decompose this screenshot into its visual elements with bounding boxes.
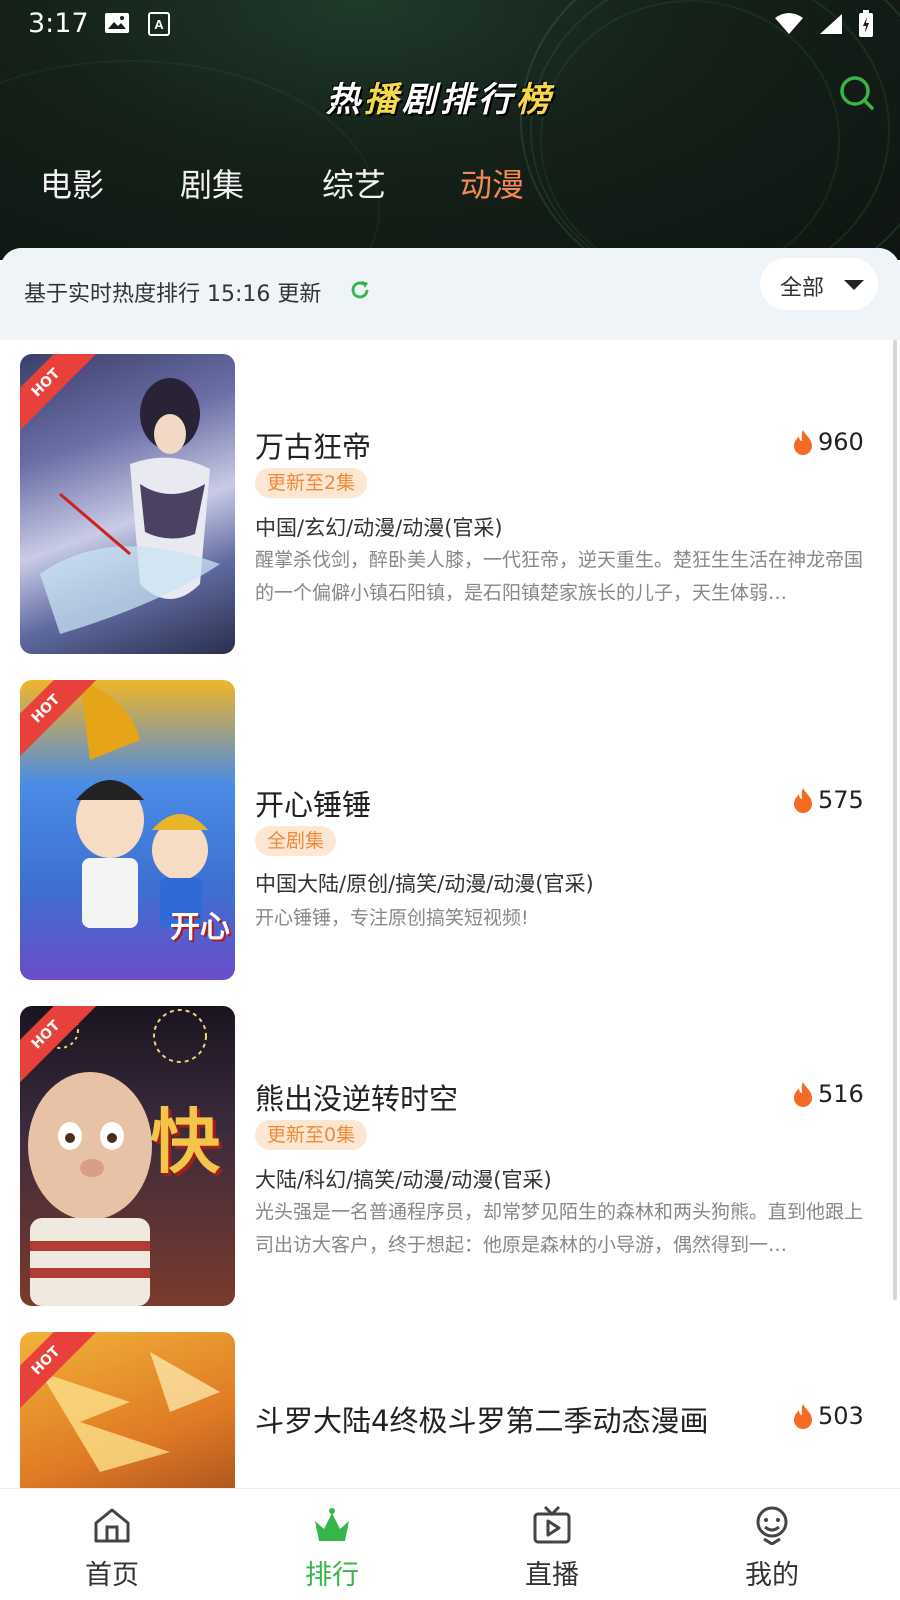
item-tags: 中国/玄幻/动漫/动漫(官采) (255, 516, 503, 540)
svg-text:A: A (154, 17, 164, 32)
poster-text: 开心 (170, 910, 230, 945)
item-tags: 大陆/科幻/搞笑/动漫/动漫(官采) (255, 1168, 552, 1192)
title-char: 榜 (516, 80, 554, 120)
flame-icon (794, 788, 812, 813)
header: 3:17 A 热播剧排行榜 电影 剧集 综艺 动漫 (0, 0, 900, 260)
item-title[interactable]: 开心锤锤 (255, 782, 371, 824)
chevron-down-icon (844, 280, 864, 290)
battery-icon (858, 10, 874, 42)
tab-movie[interactable]: 电影 (40, 160, 104, 206)
home-icon (94, 1508, 130, 1543)
nav-label: 直播 (525, 1560, 579, 1591)
bottom-nav: 首页 排行 直播 我的 (0, 1488, 900, 1600)
nav-profile[interactable]: 我的 (712, 1489, 832, 1600)
nav-label: 排行 (305, 1560, 359, 1591)
list-item[interactable]: HOT 斗罗大陆4终极斗罗第二季动态漫画 503 (0, 1318, 900, 1488)
tab-anime[interactable]: 动漫 (460, 160, 524, 206)
profile-icon (756, 1506, 788, 1545)
poster-image: HOT (20, 1332, 235, 1488)
tv-play-icon (533, 1505, 571, 1544)
signal-icon (818, 12, 844, 40)
poster-text: 快 (150, 1101, 220, 1183)
list-item[interactable]: HOT 万古狂帝 960 更新至2集 中国/玄幻/动漫/动漫(官采) 醒掌杀伐剑… (0, 340, 900, 670)
update-badge: 全剧集 (255, 826, 337, 856)
title-char: 剧 (402, 80, 440, 120)
update-info: 基于实时热度排行 15:16 更新 (24, 282, 322, 307)
heat-value: 503 (818, 1402, 864, 1430)
nav-label: 我的 (745, 1560, 799, 1591)
nav-home[interactable]: 首页 (52, 1489, 172, 1600)
crown-icon (315, 1508, 349, 1541)
info-bar: 基于实时热度排行 15:16 更新 全部 (0, 248, 900, 340)
status-bar: 3:17 A (0, 0, 900, 50)
category-tabs: 电影 剧集 综艺 动漫 (0, 160, 900, 210)
item-tags: 中国大陆/原创/搞笑/动漫/动漫(官采) (255, 872, 594, 896)
heat-value: 575 (818, 786, 864, 814)
wifi-icon (774, 12, 804, 40)
search-icon (840, 76, 874, 110)
item-title[interactable]: 熊出没逆转时空 (255, 1076, 458, 1118)
poster-image: HOT (20, 354, 235, 654)
search-button[interactable] (838, 74, 878, 114)
item-description: 光头强是一名普通程序员，却常梦见陌生的森林和两头狗熊。直到他跟上司出访大客户，终… (255, 1201, 864, 1256)
flame-icon (794, 430, 812, 455)
refresh-icon[interactable] (348, 278, 372, 302)
nav-label: 首页 (85, 1560, 139, 1591)
title-char: 排 (440, 80, 478, 120)
heat-score: 960 (792, 428, 864, 456)
page-title: 热播剧排行榜 (0, 72, 880, 121)
nav-live[interactable]: 直播 (492, 1489, 612, 1600)
poster-image: 快 HOT (20, 1006, 235, 1306)
poster-image: 开心 HOT (20, 680, 235, 980)
item-title[interactable]: 万古狂帝 (255, 424, 371, 466)
heat-value: 960 (818, 428, 864, 456)
flame-icon (794, 1082, 812, 1107)
update-badge: 更新至0集 (255, 1120, 368, 1150)
filter-label: 全部 (780, 276, 825, 301)
list-item[interactable]: 快 HOT 熊出没逆转时空 516 更新至0集 大陆/科幻/搞笑/动漫/动漫(官… (0, 992, 900, 1322)
tab-series[interactable]: 剧集 (180, 160, 244, 206)
title-char: 播 (364, 80, 402, 120)
update-badge: 更新至2集 (255, 468, 368, 498)
heat-score: 516 (792, 1080, 864, 1108)
keyboard-a-icon: A (148, 12, 170, 40)
filter-dropdown[interactable]: 全部 (760, 258, 878, 310)
heat-score: 575 (792, 786, 864, 814)
status-time: 3:17 (28, 8, 89, 39)
tab-variety[interactable]: 综艺 (322, 160, 386, 206)
item-title[interactable]: 斗罗大陆4终极斗罗第二季动态漫画 (255, 1398, 708, 1440)
title-char: 热 (326, 80, 364, 120)
ranking-panel: 基于实时热度排行 15:16 更新 全部 HOT 万古狂帝 960 更新至2集 … (0, 248, 900, 1488)
flame-icon (794, 1404, 812, 1429)
list-item[interactable]: 开心 HOT 开心锤锤 575 全剧集 中国大陆/原创/搞笑/动漫/动漫(官采)… (0, 666, 900, 996)
gallery-icon (104, 12, 130, 38)
item-description: 醒掌杀伐剑，醉卧美人膝，一代狂帝，逆天重生。楚狂生生活在神龙帝国的一个偏僻小镇石… (255, 549, 864, 604)
heat-score: 503 (792, 1402, 864, 1430)
title-char: 行 (478, 80, 516, 120)
nav-ranking[interactable]: 排行 (272, 1489, 392, 1600)
heat-value: 516 (818, 1080, 864, 1108)
item-description: 开心锤锤，专注原创搞笑短视频! (255, 907, 529, 929)
